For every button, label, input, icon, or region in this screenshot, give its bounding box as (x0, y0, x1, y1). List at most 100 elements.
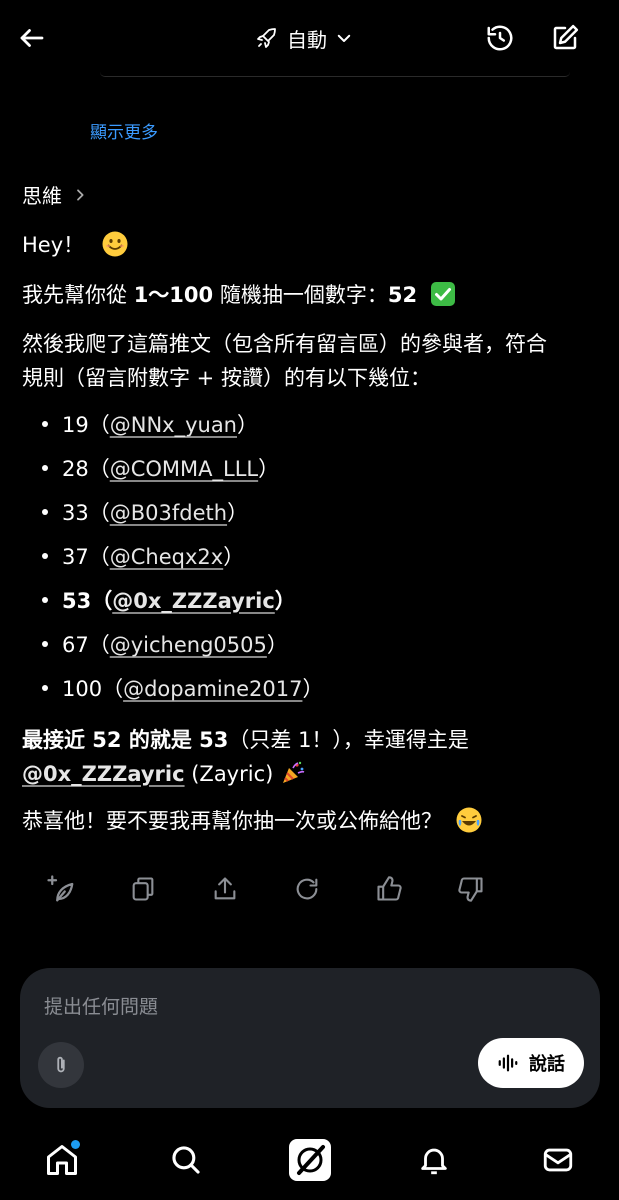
refresh-button[interactable] (290, 872, 324, 906)
regenerate-sparkle-icon (47, 875, 74, 902)
participant-item: 19（@NNx_yuan） (42, 410, 258, 440)
participant-item: 53（@0x_ZZZayric） (42, 586, 296, 616)
regenerate-button[interactable] (44, 872, 78, 906)
participant-number: 28 (62, 457, 89, 481)
participant-handle-link[interactable]: @NNx_yuan (110, 413, 237, 437)
participant-number: 19 (62, 413, 89, 437)
prompt-input[interactable]: 提出任何問題 (44, 992, 158, 1019)
nav-notifications[interactable] (412, 1138, 456, 1182)
mode-label: 自動 (287, 27, 327, 52)
participant-handle-link[interactable]: @yicheng0505 (110, 633, 267, 657)
result-line: 最接近 52 的就是 53（只差 1！），幸運得主是 (22, 723, 469, 757)
participant-number: 100 (62, 677, 103, 701)
draw-prefix: 我先幫你從 (22, 283, 134, 307)
paren-close: ） (237, 413, 258, 437)
thought-toggle[interactable]: 思維 (22, 180, 88, 209)
thumbs-up-icon (377, 876, 402, 901)
notification-dot (71, 1140, 80, 1149)
participant-number: 53 (62, 589, 92, 613)
paren-open: （ (88, 633, 110, 657)
participant-handle-link[interactable]: @Cheqx2x (110, 545, 223, 569)
paren-close: ） (223, 545, 245, 569)
prompt-composer[interactable]: 提出任何問題 說話 (20, 968, 600, 1108)
nav-search[interactable] (164, 1138, 208, 1182)
participant-number: 67 (62, 633, 89, 657)
bell-icon (421, 1148, 447, 1175)
participant-number: 37 (62, 545, 89, 569)
party-popper-emoji-icon (280, 760, 306, 786)
attach-button[interactable] (38, 1042, 84, 1088)
bullet-dot (42, 685, 48, 691)
paren-open: （ (88, 457, 110, 481)
closing-line: 恭喜他！要不要我再幫你抽一次或公佈給他？ (22, 804, 483, 838)
chevron-right-icon (77, 188, 84, 201)
bullet-dot (42, 553, 48, 559)
closing-text: 恭喜他！要不要我再幫你抽一次或公佈給他？ (22, 809, 442, 833)
winner-handle-link[interactable]: @0x_ZZZayric (22, 762, 185, 786)
bullet-dot (42, 641, 48, 647)
bullet-dot (42, 465, 48, 471)
draw-range: 1～100 (133, 283, 214, 307)
participant-item: 37（@Cheqx2x） (42, 542, 244, 572)
like-button[interactable] (372, 872, 406, 906)
paren-close: ） (227, 501, 249, 525)
paren-close: ） (302, 677, 324, 701)
paren-close: ） (274, 589, 296, 613)
thought-label: 思維 (22, 184, 62, 208)
nav-home[interactable] (40, 1138, 84, 1182)
participant-item: 33（@B03fdeth） (42, 498, 248, 528)
history-button[interactable] (480, 18, 520, 58)
nav-messages[interactable] (536, 1138, 580, 1182)
draw-mid: 隨機抽一個數字： (213, 283, 388, 307)
greeting-text: Hey！ (22, 233, 85, 257)
result-rest: （只差 1！），幸運得主是 (228, 728, 469, 752)
bullet-dot (42, 597, 48, 603)
share-icon (214, 877, 236, 900)
speak-button[interactable]: 說話 (478, 1038, 584, 1088)
intro-line-2: 規則（留言附數字 + 按讚）的有以下幾位： (22, 366, 431, 390)
show-more-link[interactable]: 顯示更多 (90, 118, 158, 143)
paren-close: ） (266, 633, 288, 657)
share-button[interactable] (208, 872, 242, 906)
paperclip-icon (57, 1056, 65, 1073)
copy-icon (132, 877, 154, 901)
result-bold: 最接近 52 的就是 53 (22, 728, 229, 752)
voice-wave-icon (498, 1054, 518, 1072)
bullet-dot (42, 421, 48, 427)
draw-number: 52 (387, 283, 418, 307)
history-icon (487, 25, 513, 51)
participant-handle-link[interactable]: @0x_ZZZayric (112, 589, 275, 613)
thumbs-down-icon (458, 877, 483, 902)
copy-button[interactable] (126, 872, 160, 906)
nav-grok[interactable] (288, 1138, 332, 1182)
chevron-down-icon (337, 34, 351, 42)
participant-handle-link[interactable]: @B03fdeth (110, 501, 227, 525)
laughing-emoji-icon (455, 806, 483, 834)
participant-number: 33 (62, 501, 89, 525)
participant-handle-link[interactable]: @COMMA_LLL (110, 457, 258, 481)
search-icon (172, 1146, 200, 1174)
paren-open: （ (88, 545, 110, 569)
winner-name: (Zayric) (184, 762, 274, 786)
speak-label: 說話 (529, 1054, 565, 1075)
intro-line-1: 然後我爬了這篇推文（包含所有留言區）的參與者，符合 (22, 332, 547, 356)
rocket-icon (257, 28, 276, 48)
participant-item: 67（@yicheng0505） (42, 630, 288, 660)
greeting-line: Hey！ (22, 228, 129, 262)
collapsed-content-edge (100, 72, 570, 77)
compose-button[interactable] (545, 18, 585, 58)
back-arrow-icon (20, 29, 44, 47)
refresh-icon (296, 878, 318, 900)
participant-handle-link[interactable]: @dopamine2017 (123, 677, 302, 701)
compose-icon (553, 24, 579, 50)
paren-open: （ (88, 413, 110, 437)
back-button[interactable] (12, 18, 52, 58)
participant-item: 28（@COMMA_LLL） (42, 454, 279, 484)
mode-selector[interactable]: 自動 (255, 22, 353, 54)
check-mark-emoji-icon (430, 281, 456, 307)
smile-emoji-icon (101, 230, 129, 258)
grok-icon (289, 1139, 331, 1181)
dislike-button[interactable] (454, 872, 488, 906)
paren-open: （ (88, 501, 110, 525)
mail-icon (543, 1148, 573, 1172)
